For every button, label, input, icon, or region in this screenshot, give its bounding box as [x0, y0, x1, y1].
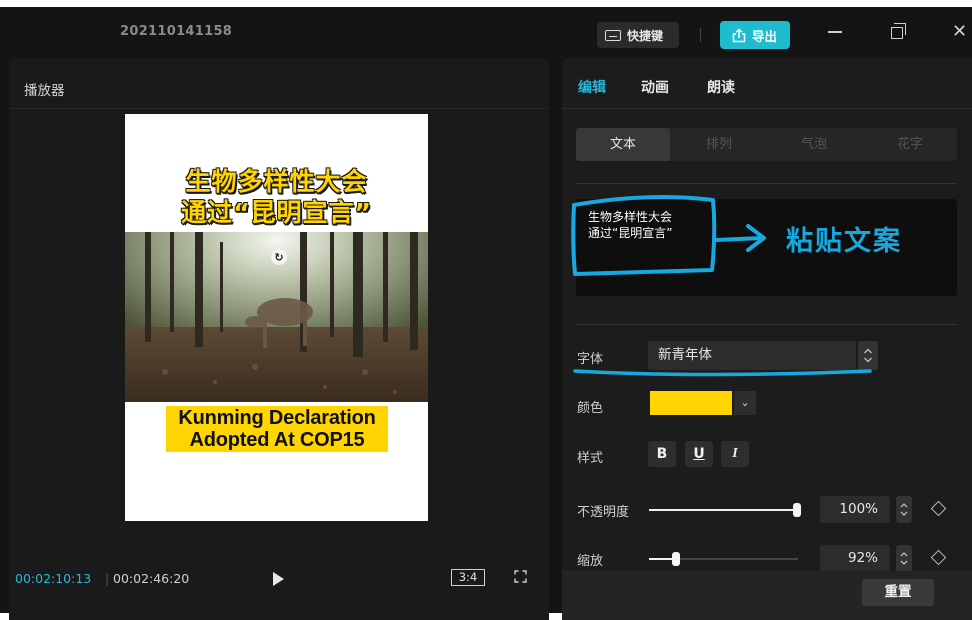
current-time: 00:02:10:13 — [15, 571, 92, 586]
opacity-value[interactable]: 100% — [820, 496, 890, 523]
shortcut-label: 快捷键 — [627, 28, 664, 43]
chevron-down-icon: ⌄ — [740, 396, 750, 409]
time-separator: | — [105, 571, 110, 586]
player-title: 播放器 — [24, 83, 65, 99]
rotate-handle-icon[interactable]: ↻ — [271, 249, 287, 265]
font-label: 字体 — [577, 352, 604, 367]
keyboard-icon — [605, 29, 621, 41]
italic-button[interactable]: I — [721, 441, 749, 467]
export-button[interactable]: 导出 — [720, 21, 790, 49]
style-label: 样式 — [577, 451, 604, 466]
aspect-ratio-button[interactable]: 3:4 — [451, 569, 485, 586]
underline-button[interactable]: U — [685, 441, 713, 467]
video-headline-line2: 通过“昆明宣言” — [181, 198, 372, 227]
keyframe-icon[interactable] — [930, 500, 947, 517]
player-header — [9, 58, 549, 109]
caption-line1: Kunming Declaration — [178, 407, 376, 429]
subtab-fancy-text[interactable]: 花字 — [863, 128, 957, 161]
reset-button[interactable]: 重置 — [862, 579, 934, 606]
opacity-slider-handle[interactable] — [793, 503, 801, 517]
divider — [576, 183, 957, 184]
annotation-label: 粘贴文案 — [786, 226, 902, 257]
toolbar-divider — [700, 28, 701, 42]
project-title: 202110141158 — [120, 24, 233, 39]
subtab-arrange[interactable]: 排列 — [672, 128, 766, 161]
scale-slider-handle[interactable] — [672, 552, 680, 566]
opacity-slider-fill — [649, 509, 798, 511]
subtab-text[interactable]: 文本 — [576, 128, 670, 161]
player-panel: 播放器 生物多样性大会 通过“昆明宣言” ↻ Kunming Declarati… — [9, 58, 549, 620]
subtab-bubble[interactable]: 气泡 — [767, 128, 861, 161]
color-dropdown[interactable]: ⌄ — [734, 391, 756, 415]
text-input-content: 生物多样性大会 通过“昆明宣言” — [588, 210, 673, 240]
top-border — [0, 0, 972, 7]
video-preview[interactable]: 生物多样性大会 通过“昆明宣言” ↻ Kunming Declaration A… — [125, 114, 428, 521]
divider — [576, 324, 957, 325]
opacity-stepper[interactable] — [896, 496, 912, 523]
title-bar: 202110141158 快捷键 导出 ✕ — [0, 7, 972, 57]
minimize-button[interactable] — [828, 31, 842, 33]
export-icon — [732, 27, 746, 42]
opacity-label: 不透明度 — [577, 505, 630, 520]
editor-tabs: 编辑 动画 朗读 — [562, 58, 972, 109]
export-label: 导出 — [752, 28, 778, 44]
font-stepper[interactable] — [858, 341, 878, 370]
up-down-icon — [900, 552, 908, 565]
caption-line2: Adopted At COP15 — [189, 429, 365, 451]
bold-button[interactable]: B — [648, 441, 676, 467]
sub-tabs: 文本 排列 气泡 花字 — [576, 128, 957, 161]
keyframe-icon[interactable] — [930, 549, 947, 566]
close-button[interactable]: ✕ — [952, 21, 967, 42]
video-caption: Kunming Declaration Adopted At COP15 — [166, 406, 388, 452]
tab-animation[interactable]: 动画 — [641, 77, 669, 97]
restore-button[interactable] — [891, 23, 906, 39]
scale-value[interactable]: 92% — [820, 545, 890, 572]
fullscreen-icon[interactable] — [514, 570, 527, 583]
shortcut-button[interactable]: 快捷键 — [597, 22, 679, 48]
tab-edit[interactable]: 编辑 — [578, 77, 606, 97]
up-down-icon — [864, 348, 872, 363]
color-swatch[interactable] — [650, 391, 732, 415]
editor-panel: 编辑 动画 朗读 文本 排列 气泡 花字 生物多样性大会 通过“昆明宣言” 粘贴… — [562, 58, 972, 620]
total-time: 00:02:46:20 — [113, 571, 190, 586]
tab-read-aloud[interactable]: 朗读 — [707, 77, 735, 97]
font-select[interactable]: 新青年体 — [648, 341, 856, 370]
scale-stepper[interactable] — [896, 545, 912, 572]
color-label: 颜色 — [577, 401, 604, 416]
up-down-icon — [900, 503, 908, 516]
play-button[interactable] — [273, 572, 284, 586]
app-window: 202110141158 快捷键 导出 ✕ 播放器 生物多样性大会 通过“昆明宣… — [0, 7, 972, 620]
text-input[interactable]: 生物多样性大会 通过“昆明宣言” 粘贴文案 — [576, 199, 957, 296]
scale-label: 缩放 — [577, 554, 604, 569]
